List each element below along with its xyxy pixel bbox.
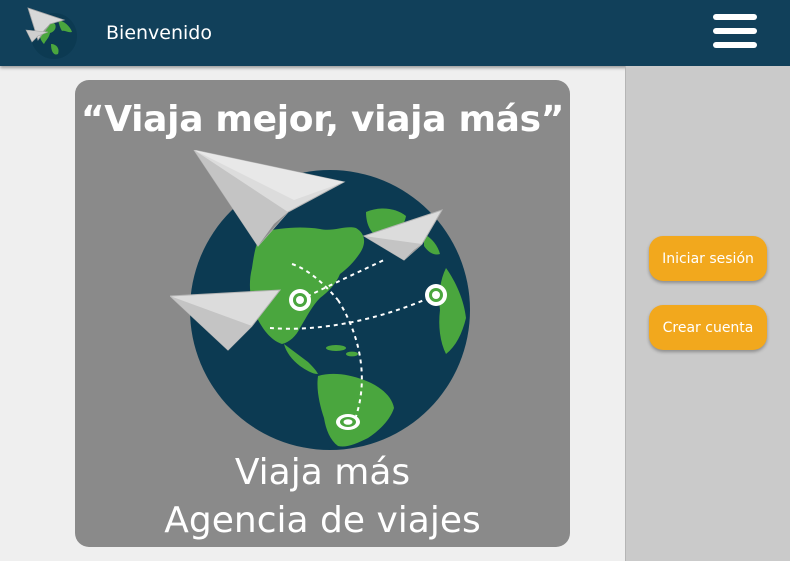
login-button[interactable]: Iniciar sesión [649, 236, 767, 281]
top-bar: Bienvenido [0, 0, 790, 66]
globe-paper-planes-illustration [170, 150, 470, 450]
hero-card: “Viaja mejor, viaja más” Viaja más Agenc… [75, 80, 570, 547]
globe-paper-plane-icon[interactable] [24, 6, 80, 60]
agency-tagline: Agencia de viajes [164, 500, 481, 541]
header-title: Bienvenido [106, 22, 212, 44]
location-marker-south-america [336, 414, 360, 430]
location-marker-north-america [289, 289, 311, 311]
hamburger-menu-icon[interactable] [713, 14, 757, 48]
create-account-button[interactable]: Crear cuenta [649, 305, 767, 350]
location-marker-europe [425, 284, 447, 306]
agency-name: Viaja más [234, 452, 411, 493]
slogan-text: “Viaja mejor, viaja más” [80, 99, 565, 140]
